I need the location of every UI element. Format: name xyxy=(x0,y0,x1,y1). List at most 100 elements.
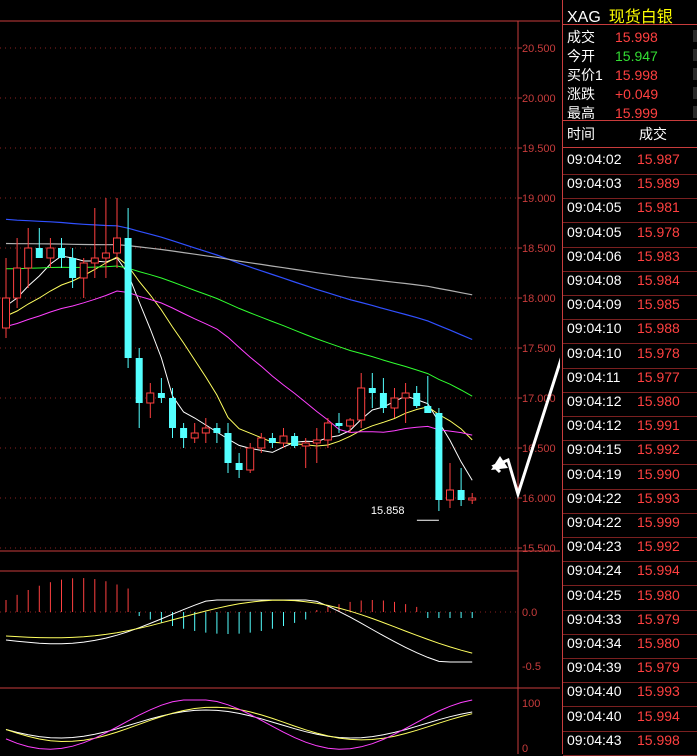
tick-time: 09:04:10 xyxy=(567,344,622,361)
tick-time: 09:04:06 xyxy=(567,247,622,264)
price-tick-label: 18.500 xyxy=(522,243,556,255)
candle-body xyxy=(213,428,221,433)
tick-time: 09:04:24 xyxy=(567,562,622,579)
candle-body xyxy=(90,257,99,264)
tick-price: 15.993 xyxy=(637,683,680,700)
quote-value: 15.998 xyxy=(615,67,658,83)
quote-label: 买价1 xyxy=(567,67,603,83)
truncated-column xyxy=(693,30,697,42)
candle-body xyxy=(101,252,110,259)
candle-body xyxy=(124,238,132,358)
tick-price: 15.981 xyxy=(637,199,680,216)
tick-time: 09:04:15 xyxy=(567,441,622,458)
ma-line xyxy=(5,256,473,447)
tick-row: 09:04:12 15.991 xyxy=(563,417,697,442)
tick-time: 09:04:34 xyxy=(567,635,622,651)
quote-panel: XAG 现货白银 成交 15.998 今开 15.947 买价1 15.998 涨跌 +0.04… xyxy=(562,0,697,756)
tick-time: 09:04:23 xyxy=(567,538,622,555)
tick-time: 09:04:22 xyxy=(567,514,622,530)
price-tick-label: 18.000 xyxy=(522,293,556,305)
kdj-tick-label: 0 xyxy=(522,743,528,754)
candle-body xyxy=(157,393,165,398)
tick-header-time: 时间 xyxy=(567,126,595,142)
tick-price: 15.978 xyxy=(637,344,680,361)
candle-body xyxy=(390,397,399,409)
tick-time: 09:04:12 xyxy=(567,417,622,434)
truncated-column xyxy=(693,87,697,99)
tick-price: 15.979 xyxy=(637,659,680,676)
tick-row: 09:04:25 15.980 xyxy=(563,587,697,611)
divider xyxy=(563,24,697,25)
divider xyxy=(563,120,697,121)
tick-time: 09:04:33 xyxy=(567,610,622,627)
quote-row: 涨跌 +0.049 xyxy=(567,84,697,103)
candle-body xyxy=(335,423,343,426)
price-tick-label: 20.500 xyxy=(522,43,556,55)
tick-row: 09:04:12 15.980 xyxy=(563,393,697,417)
kdj-d-line xyxy=(5,706,473,743)
tick-price: 15.977 xyxy=(637,368,680,385)
price-tick-label: 15.500 xyxy=(522,543,556,555)
quote-row: 成交 15.998 xyxy=(567,27,697,46)
candle-body xyxy=(446,489,454,501)
tick-price: 15.980 xyxy=(637,635,680,651)
tick-price: 15.999 xyxy=(637,514,680,530)
tick-time: 09:04:39 xyxy=(567,659,622,676)
candle-body xyxy=(468,497,477,501)
quote-label: 今开 xyxy=(567,48,595,64)
tick-price: 15.988 xyxy=(637,320,680,337)
candle-body xyxy=(424,406,432,413)
tick-row: 09:04:09 15.985 xyxy=(563,296,697,321)
candle-body xyxy=(457,490,465,500)
tick-price: 15.978 xyxy=(637,223,680,240)
candle-body xyxy=(135,358,143,403)
tick-time: 09:04:09 xyxy=(567,296,622,313)
quote-row: 买价1 15.998 xyxy=(567,65,697,84)
tick-row: 09:04:43 15.998 xyxy=(563,732,697,756)
tick-price: 15.989 xyxy=(637,175,680,192)
chart-area[interactable]: 20.500 20.000 19.500 19.000 18.500 18.000 17.5… xyxy=(0,0,560,754)
tick-row: 09:04:02 15.987 xyxy=(563,151,697,175)
truncated-column xyxy=(693,49,697,61)
candle-body xyxy=(190,432,199,439)
ma-line xyxy=(5,255,473,481)
tick-time: 09:04:05 xyxy=(567,199,622,216)
macd-tick-label: 0.0 xyxy=(522,607,537,619)
tick-price: 15.980 xyxy=(637,393,680,409)
tick-price: 15.987 xyxy=(637,151,680,167)
quote-value: 15.947 xyxy=(615,48,658,64)
candle-body xyxy=(257,437,266,449)
price-tick-label: 19.500 xyxy=(522,143,556,155)
price-tick-label: 20.000 xyxy=(522,93,556,105)
tick-row: 09:04:10 15.978 xyxy=(563,344,697,369)
tick-row: 09:04:40 15.993 xyxy=(563,683,697,708)
price-tick-label: 17.500 xyxy=(522,343,556,355)
tick-time: 09:04:10 xyxy=(567,320,622,337)
tick-row: 09:04:10 15.988 xyxy=(563,320,697,345)
tick-price: 15.985 xyxy=(637,296,680,313)
candle-body xyxy=(312,439,321,444)
arrowhead xyxy=(491,456,508,470)
candle-body xyxy=(413,393,421,406)
kdj-tick-label: 100 xyxy=(522,698,540,710)
quote-value: 15.998 xyxy=(615,29,658,45)
tick-time: 09:04:40 xyxy=(567,683,622,700)
candle-body xyxy=(301,442,310,447)
candle-body xyxy=(401,392,410,399)
tick-row: 09:04:19 15.990 xyxy=(563,466,697,490)
kdj-panel: 100 0 xyxy=(5,698,540,754)
min-price-label: 15.858 xyxy=(371,505,405,517)
quote-value: +0.049 xyxy=(615,86,659,102)
candle-body xyxy=(346,419,355,427)
candle-body xyxy=(58,248,65,258)
tick-row: 09:04:05 15.981 xyxy=(563,199,697,224)
candle-body xyxy=(435,413,443,500)
candle-body xyxy=(357,387,366,421)
tick-row: 09:04:05 15.978 xyxy=(563,223,697,248)
tick-row: 09:04:08 15.984 xyxy=(563,272,697,296)
candle-body xyxy=(2,297,10,329)
grid-layer xyxy=(0,20,560,754)
kline-chart[interactable]: 20.500 20.000 19.500 19.000 18.500 18.000 17.5… xyxy=(0,0,560,754)
tick-price: 15.983 xyxy=(637,247,680,264)
candle-body xyxy=(146,392,155,404)
